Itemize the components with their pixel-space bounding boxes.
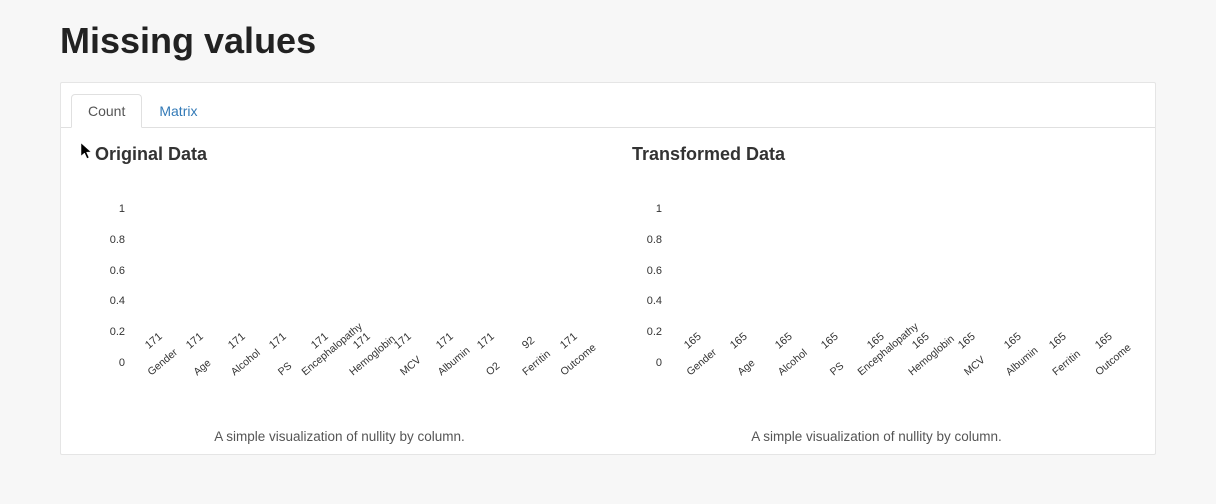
- x-label: Hemoglobin: [343, 363, 385, 409]
- y-tick: 0.6: [647, 265, 662, 277]
- bar-count-label: 165: [819, 331, 841, 352]
- bar-count-label: 165: [956, 331, 978, 352]
- chart-original-title: Original Data: [95, 144, 598, 165]
- x-label: Outcome: [1083, 363, 1129, 409]
- bar-count-label: 165: [1047, 331, 1069, 352]
- y-tick: 0: [119, 357, 125, 369]
- charts-row: Original Data 0 0.2 0.4 0.6 0.8 1 171 171…: [61, 128, 1155, 454]
- y-tick: 0.4: [110, 295, 125, 307]
- bar-count-label: 171: [143, 331, 165, 352]
- y-tick: 0: [656, 357, 662, 369]
- page-title: Missing values: [60, 20, 1156, 62]
- x-label: Ferritin: [1038, 363, 1084, 409]
- missing-values-panel: Count Matrix Original Data 0 0.2 0.4 0.6…: [60, 82, 1156, 455]
- x-label-text: O2: [484, 360, 502, 378]
- y-tick: 0.8: [647, 234, 662, 246]
- chart-transformed-area: 0 0.2 0.4 0.6 0.8 1 165 165 165 165 165 165 16…: [618, 169, 1135, 409]
- tabs-bar: Count Matrix: [61, 83, 1155, 128]
- x-label: PS: [809, 363, 855, 409]
- bar-count-label: 171: [475, 331, 497, 352]
- y-tick: 1: [119, 203, 125, 215]
- chart-transformed-title: Transformed Data: [632, 144, 1135, 165]
- y-tick: 0.4: [647, 295, 662, 307]
- chart-caption: A simple visualization of nullity by col…: [618, 429, 1135, 444]
- bar-count-label: 165: [1093, 331, 1115, 352]
- tab-count[interactable]: Count: [71, 94, 142, 128]
- x-label: MCV: [384, 363, 426, 409]
- bar-count-label: 165: [682, 331, 704, 352]
- x-label: Alcohol: [763, 363, 809, 409]
- bar-count-label: 171: [434, 331, 456, 352]
- y-tick: 1: [656, 203, 662, 215]
- y-tick: 0.8: [110, 234, 125, 246]
- x-label: O2: [467, 363, 509, 409]
- x-label: Age: [718, 363, 764, 409]
- y-tick: 0.6: [110, 265, 125, 277]
- y-tick: 0.2: [110, 326, 125, 338]
- x-label: Albumin: [426, 363, 468, 409]
- x-label: Outcome: [550, 363, 592, 409]
- x-label-text: PS: [828, 360, 846, 378]
- chart-original: Original Data 0 0.2 0.4 0.6 0.8 1 171 171…: [81, 138, 598, 444]
- x-label: Gender: [672, 363, 718, 409]
- bar-count-label: 165: [773, 331, 795, 352]
- x-label: Encephalopathy: [301, 363, 343, 409]
- chart-transformed: Transformed Data 0 0.2 0.4 0.6 0.8 1 165…: [618, 138, 1135, 444]
- x-label: Ferritin: [509, 363, 551, 409]
- bar-count-label: 171: [184, 331, 206, 352]
- bar-count-label: 171: [226, 331, 248, 352]
- x-label: Alcohol: [218, 363, 260, 409]
- bar-count-label: 165: [1002, 331, 1024, 352]
- x-label-text: PS: [276, 360, 294, 378]
- tab-matrix[interactable]: Matrix: [142, 94, 214, 128]
- x-label: PS: [260, 363, 302, 409]
- chart-original-area: 0 0.2 0.4 0.6 0.8 1 171 171 171 171 171 171 17…: [81, 169, 598, 409]
- x-label: MCV: [946, 363, 992, 409]
- x-labels-transformed: GenderAgeAlcohol PS EncephalopathyHemoglob…: [672, 363, 1129, 409]
- bars-original: 17117117117117117117117117192171: [135, 209, 592, 363]
- bar-count-label: 171: [267, 331, 289, 352]
- x-label: Hemoglobin: [901, 363, 947, 409]
- x-label: Encephalopathy: [855, 363, 901, 409]
- y-axis: 0 0.2 0.4 0.6 0.8 1: [81, 209, 131, 363]
- y-axis: 0 0.2 0.4 0.6 0.8 1: [618, 209, 668, 363]
- bar-count-label: 92: [520, 335, 537, 352]
- bar-count-label: 171: [558, 331, 580, 352]
- bar-count-label: 165: [728, 331, 750, 352]
- x-label: Age: [177, 363, 219, 409]
- chart-caption: A simple visualization of nullity by col…: [81, 429, 598, 444]
- y-tick: 0.2: [647, 326, 662, 338]
- x-label: Albumin: [992, 363, 1038, 409]
- x-labels-original: GenderAgeAlcohol PS EncephalopathyHemoglob…: [135, 363, 592, 409]
- x-label: Gender: [135, 363, 177, 409]
